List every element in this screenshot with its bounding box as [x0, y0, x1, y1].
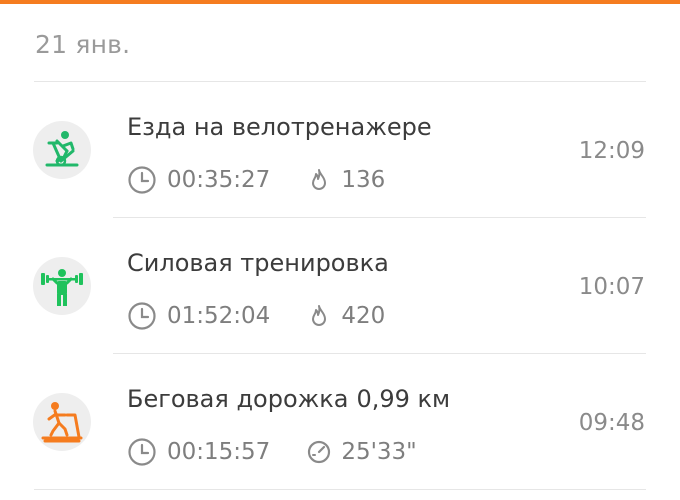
- row-divider: [34, 489, 646, 490]
- activity-title: Силовая тренировка: [127, 249, 397, 277]
- activity-title: Беговая дорожка 0,99 км: [127, 385, 450, 413]
- stationary-bike-icon: [33, 121, 91, 179]
- activity-time: 10:07: [578, 274, 645, 300]
- date-header: 21 янв.: [35, 30, 131, 59]
- activity-title-text: Силовая тренировка: [127, 249, 389, 277]
- activity-calories: 136: [341, 167, 386, 193]
- clock-icon: [127, 437, 157, 467]
- activity-meta: 01:52:04 420: [127, 301, 385, 331]
- weightlifting-icon: [33, 257, 91, 315]
- activity-row-strength[interactable]: Силовая тренировка 01:52:04 420 10:07: [0, 218, 680, 354]
- pace-icon: [306, 439, 332, 465]
- activity-duration: 00:35:27: [167, 167, 271, 193]
- flame-icon: [306, 167, 332, 193]
- activity-meta: 00:35:27 136: [127, 165, 385, 195]
- activity-duration: 01:52:04: [167, 303, 271, 329]
- activity-meta: 00:15:57 25'33": [127, 437, 417, 467]
- activity-distance: 0,99 км: [356, 385, 451, 413]
- activity-time: 09:48: [578, 410, 645, 436]
- activity-title-text: Беговая дорожка: [127, 385, 349, 413]
- activity-title-text: Езда на велотренажере: [127, 113, 432, 141]
- activity-calories: 420: [341, 303, 386, 329]
- activity-duration: 00:15:57: [167, 439, 271, 465]
- activity-row-treadmill[interactable]: Беговая дорожка 0,99 км 00:15:57 25'33" 0…: [0, 354, 680, 490]
- treadmill-icon: [33, 393, 91, 451]
- clock-icon: [127, 301, 157, 331]
- activity-pace: 25'33": [341, 439, 417, 465]
- activity-title: Езда на велотренажере: [127, 113, 440, 141]
- activity-time: 12:09: [578, 138, 645, 164]
- activity-row-cycling[interactable]: Езда на велотренажере 00:35:27 136 12:09: [0, 82, 680, 218]
- clock-icon: [127, 165, 157, 195]
- top-accent-bar: [0, 0, 680, 4]
- activity-list: Езда на велотренажере 00:35:27 136 12:09: [0, 82, 680, 490]
- flame-icon: [306, 303, 332, 329]
